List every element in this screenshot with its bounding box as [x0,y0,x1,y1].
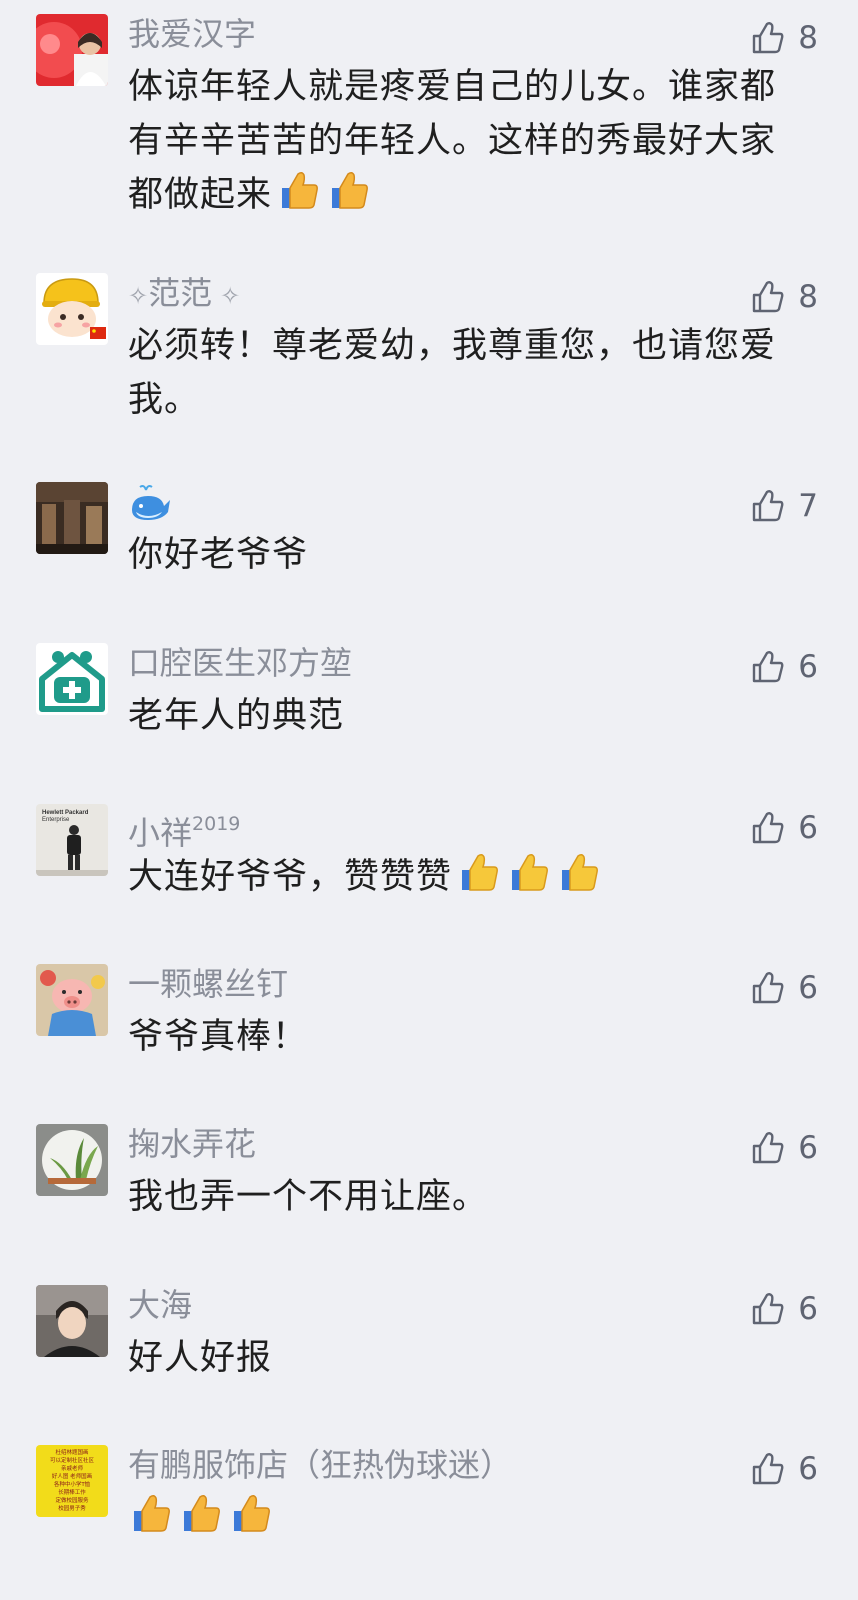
thumbs-up-icon [753,490,784,522]
like-button[interactable]: 6 [750,1449,818,1489]
like-button[interactable]: 6 [750,968,818,1008]
avatar-image [36,643,108,715]
avatar[interactable] [36,14,108,86]
sign-line: 好人图 老师国画 [52,1472,92,1480]
like-button[interactable]: 8 [750,18,818,58]
sign-line: 可以定制社区社区 [50,1456,95,1464]
comment-author[interactable]: 小祥2019 [128,804,241,852]
thumbs-up-emoji [332,171,368,209]
like-count: 6 [798,970,818,1006]
comment-text-body: 体谅年轻人就是疼爱自己的儿女。谁家都有辛辛苦苦的年轻人。这样的秀最好大家都做起来 [128,67,777,215]
sign-line: 定做校园服务 [55,1496,89,1504]
comment-author[interactable] [128,482,172,522]
avatar-image [36,14,108,86]
comment-list: 我爱汉字 8 体谅年轻人就是疼爱自己的儿女。谁家都有辛辛苦苦的年轻人。这样的秀最… [0,0,858,1600]
comment-author[interactable]: 大海 [128,1285,192,1325]
like-count: 8 [798,20,818,56]
thumbs-up-emoji [234,1494,270,1532]
comment-author[interactable]: 我爱汉字 [128,14,256,54]
comment-author[interactable]: ✧范范 ✧ [128,273,240,313]
thumbs-up-emoji [282,171,318,209]
like-button[interactable]: 6 [750,1128,818,1168]
like-count: 6 [798,1291,818,1327]
hpe-sign-line2: Enterprise [42,817,70,823]
comment-text: 大连好爷爷，赞赞赞 [128,850,788,904]
sign-line: 杜绍林题国画 [55,1448,88,1456]
like-count: 6 [798,810,818,846]
comment-author[interactable]: 有鹏服饰店（狂热伪球迷） [128,1445,512,1485]
like-button[interactable]: 6 [750,1289,818,1329]
avatar[interactable] [36,964,108,1036]
sign-line: 各种中小学T恤 [54,1480,91,1488]
like-count: 6 [798,1451,818,1487]
avatar-image: Hewlett Packard Enterprise [36,804,108,876]
emoji-group [128,1491,272,1535]
comment-author-suffix: 2019 [192,813,241,835]
thumbs-up-icon [753,812,784,844]
avatar[interactable] [36,482,108,554]
avatar[interactable] [36,1124,108,1196]
thumbs-up-icon [753,22,784,54]
comment-author[interactable]: 一颗螺丝钉 [128,964,288,1004]
comment-author-name: 范范 [148,274,213,312]
like-button[interactable]: 6 [750,808,818,848]
comment-text: 爷爷真棒！ [128,1017,309,1057]
comment-text: 我也弄一个不用让座。 [128,1177,489,1217]
thumbs-up-icon [753,1453,784,1485]
thumbs-up-emoji [184,1494,220,1532]
avatar-image [36,1124,108,1196]
avatar-image [36,482,108,554]
hpe-sign-line1: Hewlett Packard [42,810,89,816]
thumbs-up-emoji [512,853,548,891]
comment-text: 你好老爷爷 [128,535,309,575]
avatar[interactable]: 杜绍林题国画 可以定制社区社区 亲戚老师 好人图 老师国画 各种中小学T恤 长期… [36,1445,108,1517]
thumbs-up-icon [753,972,784,1004]
emoji-group [456,850,600,894]
avatar-image [36,964,108,1036]
like-count: 6 [798,649,818,685]
avatar-image [36,1285,108,1357]
thumbs-up-icon [753,1132,784,1164]
comment-text: 体谅年轻人就是疼爱自己的儿女。谁家都有辛辛苦苦的年轻人。这样的秀最好大家都做起来 [128,60,788,222]
decorative-star-icon: ✧ [220,282,241,310]
thumbs-up-emoji [562,853,598,891]
thumbs-up-icon [753,1293,784,1325]
thumbs-up-emoji [134,1494,170,1532]
emoji-group [276,168,370,212]
comment-text: 好人好报 [128,1338,273,1378]
avatar-image [36,273,108,345]
like-count: 7 [798,488,818,524]
sign-line: 校园男子秀 [58,1504,86,1512]
sign-line: 长期棒工作 [58,1488,86,1496]
whale-icon [132,485,170,520]
thumbs-up-icon [753,651,784,683]
thumbs-up-icon [753,281,784,313]
comment-author[interactable]: 掬水弄花 [128,1124,256,1164]
avatar[interactable] [36,643,108,715]
thumbs-up-emoji [462,853,498,891]
avatar[interactable] [36,273,108,345]
comment-text: 老年人的典范 [128,696,345,736]
avatar[interactable]: Hewlett Packard Enterprise [36,804,108,876]
like-button[interactable]: 6 [750,647,818,687]
like-count: 6 [798,1130,818,1166]
like-count: 8 [798,279,818,315]
comment-author[interactable]: 口腔医生邓方堃 [128,643,352,683]
like-button[interactable]: 8 [750,277,818,317]
comment-text-body: 大连好爷爷，赞赞赞 [128,857,453,897]
decorative-star-icon: ✧ [128,282,149,310]
comment-author-name: 小祥 [128,814,193,852]
avatar-image: 杜绍林题国画 可以定制社区社区 亲戚老师 好人图 老师国画 各种中小学T恤 长期… [36,1445,108,1517]
comment-text: 必须转！尊老爱幼，我尊重您，也请您爱我。 [128,326,777,420]
like-button[interactable]: 7 [750,486,818,526]
comment-text [128,1491,788,1545]
avatar[interactable] [36,1285,108,1357]
sign-line: 亲戚老师 [61,1464,84,1472]
